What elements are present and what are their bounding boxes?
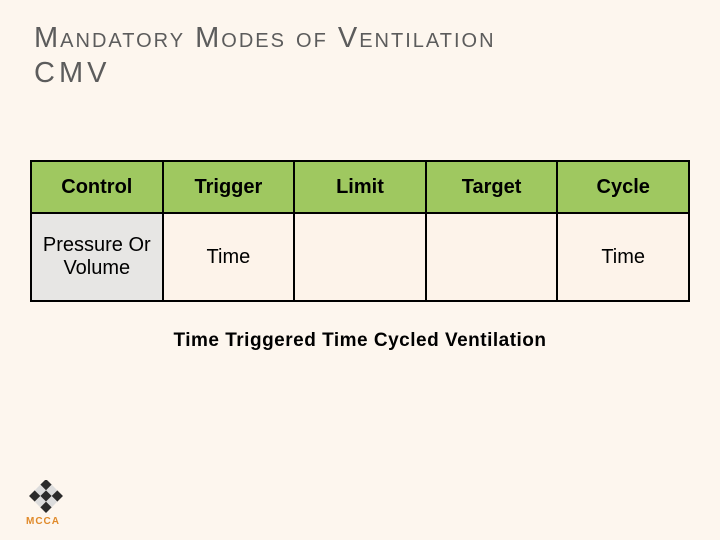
cell-control: Pressure Or Volume bbox=[31, 213, 163, 301]
col-header-target: Target bbox=[426, 161, 558, 213]
mcca-logo: MCCA bbox=[20, 480, 80, 526]
table-header-row: Control Trigger Limit Target Cycle bbox=[31, 161, 689, 213]
cell-limit bbox=[294, 213, 426, 301]
title-line-2: CMV bbox=[34, 57, 690, 90]
col-header-control: Control bbox=[31, 161, 163, 213]
cell-trigger: Time bbox=[163, 213, 295, 301]
table-caption: Time Triggered Time Cycled Ventilation bbox=[30, 330, 690, 352]
table-row: Pressure Or Volume Time Time bbox=[31, 213, 689, 301]
logo-icon: MCCA bbox=[20, 480, 80, 526]
slide-title: Mandatory Modes of Ventilation CMV bbox=[0, 0, 720, 90]
col-header-cycle: Cycle bbox=[557, 161, 689, 213]
title-line-1: Mandatory Modes of Ventilation bbox=[34, 22, 690, 55]
logo-text: MCCA bbox=[26, 516, 60, 526]
ventilation-table: Control Trigger Limit Target Cycle Press… bbox=[30, 160, 690, 302]
col-header-limit: Limit bbox=[294, 161, 426, 213]
cell-target bbox=[426, 213, 558, 301]
col-header-trigger: Trigger bbox=[163, 161, 295, 213]
slide: Mandatory Modes of Ventilation CMV Contr… bbox=[0, 0, 720, 540]
ventilation-table-wrap: Control Trigger Limit Target Cycle Press… bbox=[30, 160, 690, 352]
cell-cycle: Time bbox=[557, 213, 689, 301]
